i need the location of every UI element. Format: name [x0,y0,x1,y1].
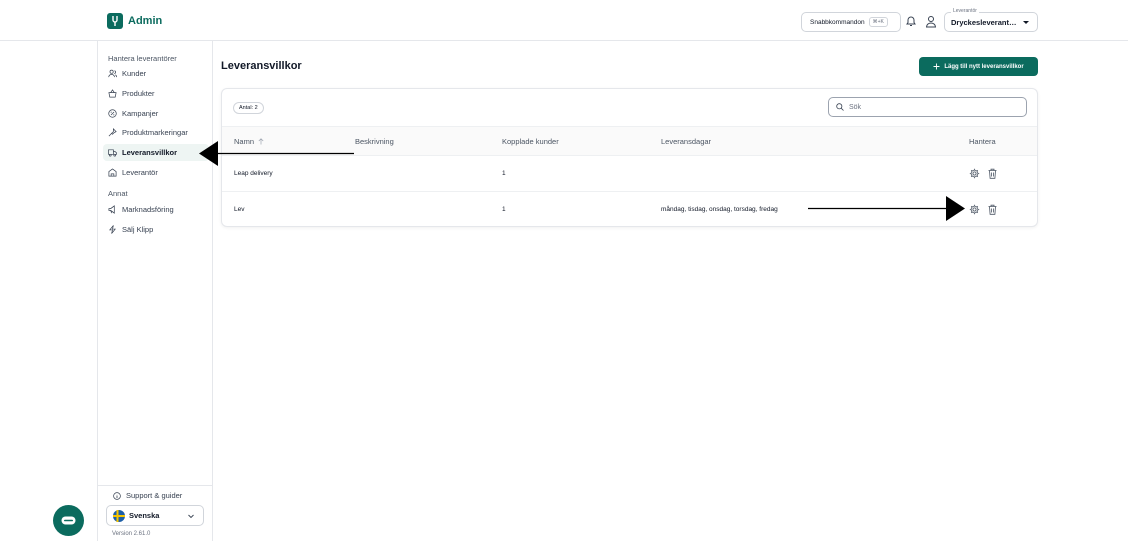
sidebar-item-label: Kunder [122,69,147,78]
row-name: Lev [234,206,245,213]
supplier-select[interactable]: Leverantör Dryckesleverant… [944,8,1038,32]
row-days: måndag, tisdag, onsdag, torsdag, fredag [661,206,778,213]
sidebar: Hantera leverantörer Kunder Produkter Ka… [97,41,213,541]
sidebar-item-salj-klipp[interactable]: Sälj Klipp [103,221,209,238]
sidebar-group-title: Hantera leverantörer [108,54,177,63]
supplier-select-value: Dryckesleverant… [951,18,1017,27]
sidebar-item-label: Sälj Klipp [122,225,154,234]
table-row[interactable]: Leap delivery 1 [222,156,1037,192]
sidebar-item-produkter[interactable]: Produkter [103,85,209,102]
chat-button[interactable] [53,505,84,536]
sidebar-item-leverantor[interactable]: Leverantör [103,164,209,181]
percent-icon [108,109,117,118]
table-row[interactable]: Lev 1 måndag, tisdag, onsdag, torsdag, f… [222,192,1037,226]
sidebar-item-label: Leveransvillkor [122,148,178,157]
row-name: Leap delivery [234,170,273,177]
trash-icon[interactable] [987,168,998,179]
column-header-label: Namn [234,137,255,146]
sidebar-item-leveransvillkor[interactable]: Leveransvillkor [103,144,209,161]
language-select[interactable]: Svenska [106,505,204,526]
chevron-down-icon [188,514,194,519]
sidebar-item-label: Leverantör [122,168,158,177]
row-customers: 1 [502,206,506,213]
bell-icon[interactable] [905,15,917,28]
search-icon [836,103,844,111]
basket-icon [108,89,117,98]
column-header-manage: Hantera [969,137,996,146]
supplier-select-legend: Leverantör [951,8,979,14]
column-header-days: Leveransdagar [661,137,712,146]
top-bar: Admin Snabbkommandon ⌘+K Leverantör Dryc… [0,0,1128,41]
column-header-customers: Kopplade kunder [502,137,559,146]
command-palette-button[interactable]: Snabbkommandon ⌘+K [801,12,901,32]
sweden-flag-icon [113,509,125,522]
language-value: Svenska [129,511,160,520]
brand-name: Admin [128,15,163,27]
sidebar-item-produktmarkeringar[interactable]: Produktmarkeringar [103,124,209,141]
trash-icon[interactable] [987,204,998,215]
sidebar-item-marknadsforing[interactable]: Marknadsföring [103,201,209,218]
support-link[interactable]: Support & guider [113,491,182,500]
megaphone-icon [108,205,115,214]
info-icon [113,491,121,500]
building-icon [108,168,117,177]
sidebar-divider [98,485,212,486]
chat-bubble-icon [61,516,76,524]
page-title: Leveransvillkor [221,60,302,72]
pin-icon [108,128,117,137]
sidebar-group-title: Annat [108,189,128,198]
caret-down-icon [1023,21,1029,24]
bolt-icon [109,225,116,234]
app-version: Version 2.61.0 [112,531,151,537]
settings-gear-icon[interactable] [969,168,980,179]
brand-logo-icon [107,13,123,29]
settings-gear-icon[interactable] [969,204,980,215]
sidebar-item-label: Produktmarkeringar [122,128,188,137]
table-header: Namn Beskrivning Kopplade kunder Leveran… [222,126,1037,156]
search-placeholder: Sök [849,103,862,111]
command-shortcut: ⌘+K [868,17,888,27]
row-customers: 1 [502,170,506,177]
add-button-label: Lägg till nytt leveransvillkor [944,63,1024,70]
column-header-description: Beskrivning [355,137,394,146]
user-icon[interactable] [925,15,937,28]
column-header-name[interactable]: Namn [234,137,264,146]
sidebar-item-label: Marknadsföring [122,205,174,214]
count-badge: Antal: 2 [233,102,264,114]
sidebar-item-label: Produkter [122,89,155,98]
support-label: Support & guider [126,491,183,500]
sidebar-item-label: Kampanjer [122,109,159,118]
sidebar-item-kunder[interactable]: Kunder [103,65,209,82]
command-palette-label: Snabbkommandon [810,18,865,26]
plus-icon [933,63,940,70]
search-input[interactable]: Sök [828,97,1027,117]
add-delivery-term-button[interactable]: Lägg till nytt leveransvillkor [919,57,1038,76]
brand[interactable]: Admin [107,13,162,29]
sidebar-item-kampanjer[interactable]: Kampanjer [103,105,209,122]
delivery-terms-card: Antal: 2 Sök Namn Beskrivning Kopplade k… [221,88,1038,227]
truck-icon [108,149,117,157]
sort-arrow-up-icon [258,138,264,145]
users-icon [108,69,117,78]
